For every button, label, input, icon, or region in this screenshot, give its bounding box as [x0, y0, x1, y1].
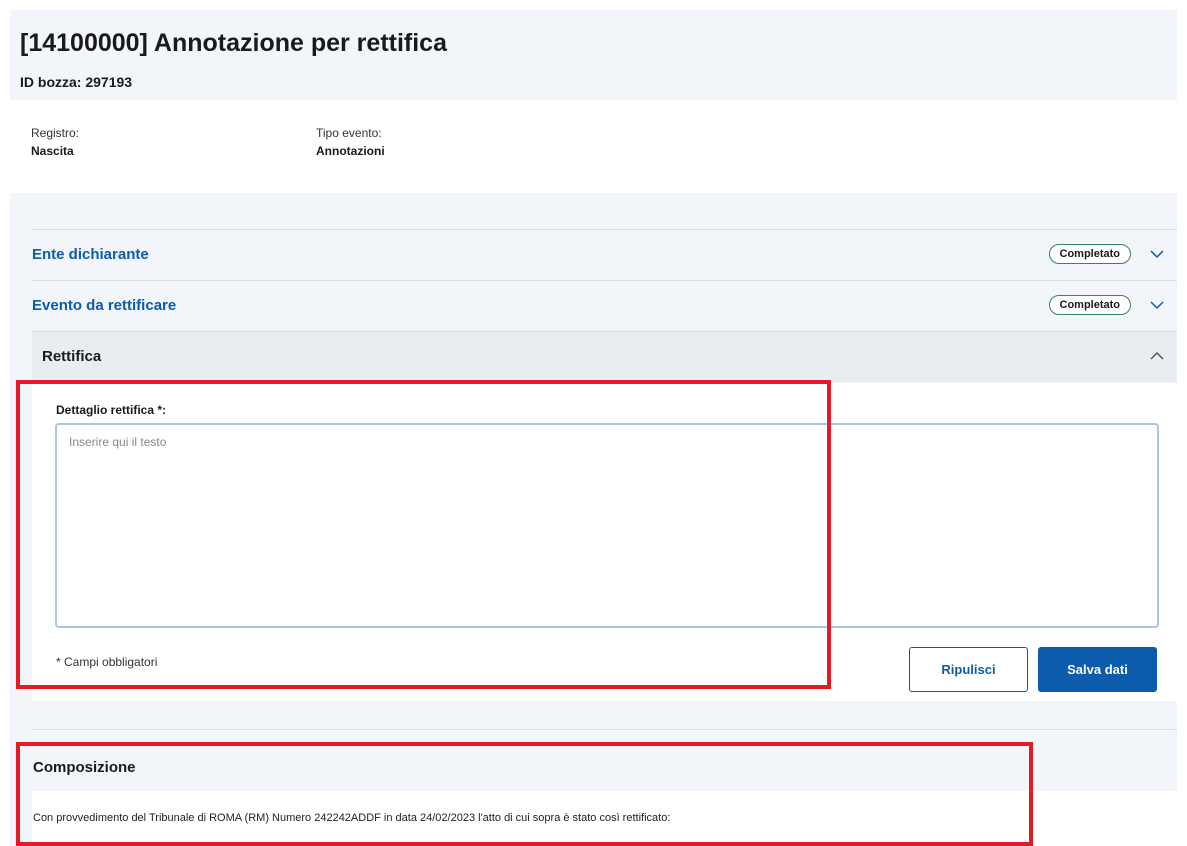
page-title: [14100000] Annotazione per rettifica [20, 29, 447, 57]
status-badge: Completato [1048, 295, 1131, 315]
clear-button[interactable]: Ripulisci [909, 647, 1028, 692]
page-header: [14100000] Annotazione per rettifica ID … [10, 10, 1177, 100]
required-fields-note: * Campi obbligatori [56, 655, 158, 669]
tipo-evento-label: Tipo evento: [316, 126, 382, 140]
accordion-title[interactable]: Ente dichiarante [32, 246, 149, 263]
meta-tipo-evento: Tipo evento: Annotazioni [316, 126, 385, 158]
save-button[interactable]: Salva dati [1038, 647, 1157, 692]
meta-registro: Registro: Nascita [31, 126, 79, 158]
accordion-evento-da-rettificare[interactable]: Evento da rettificare Completato [32, 280, 1177, 331]
draft-id: ID bozza: 297193 [20, 74, 133, 90]
section-divider [32, 729, 1177, 730]
tipo-evento-value: Annotazioni [316, 144, 385, 158]
composition-box: Con provvedimento del Tribunale di ROMA … [32, 791, 1177, 846]
dettaglio-rettifica-label: Dettaglio rettifica *: [56, 403, 167, 417]
chevron-down-icon[interactable] [1149, 297, 1165, 313]
composition-text: Con provvedimento del Tribunale di ROMA … [33, 812, 671, 824]
form-panel: Ente dichiarante Completato Evento da re… [10, 193, 1177, 846]
chevron-up-icon[interactable] [1149, 348, 1165, 364]
chevron-down-icon[interactable] [1149, 246, 1165, 262]
accordion-title[interactable]: Evento da rettificare [32, 297, 176, 314]
accordion-rettifica[interactable]: Rettifica [32, 331, 1177, 382]
registro-value: Nascita [31, 144, 74, 158]
composition-title: Composizione [33, 759, 136, 776]
accordion-ente-dichiarante[interactable]: Ente dichiarante Completato [32, 229, 1177, 280]
registro-label: Registro: [31, 126, 80, 140]
status-badge: Completato [1048, 244, 1131, 264]
rettifica-form: Dettaglio rettifica *: * Campi obbligato… [32, 383, 1177, 701]
accordion-title[interactable]: Rettifica [42, 348, 101, 365]
dettaglio-rettifica-textarea[interactable] [55, 423, 1159, 628]
